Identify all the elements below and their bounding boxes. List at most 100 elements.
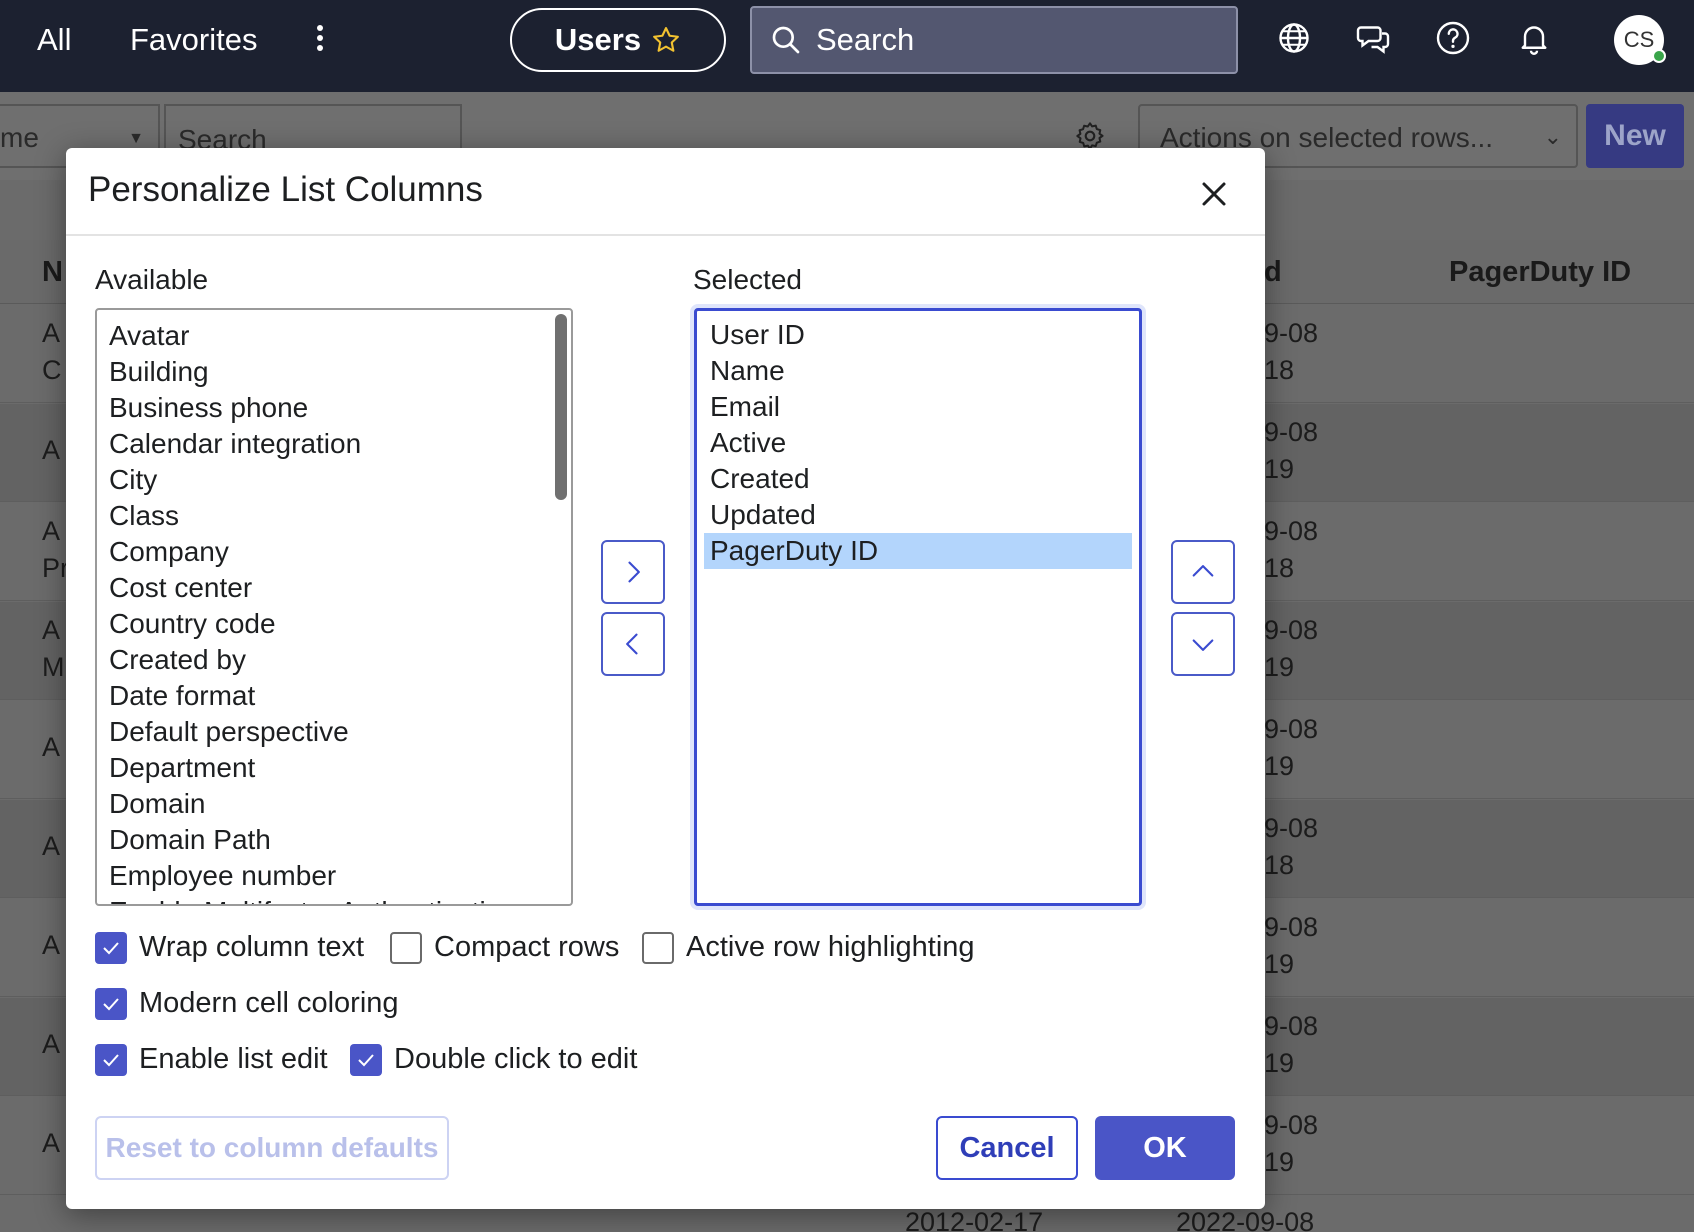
list-item[interactable]: Enable Multifactor Authentication	[97, 894, 571, 904]
top-navigation: All Favorites Users Search CS	[0, 0, 1694, 92]
move-up-button[interactable]	[1171, 540, 1235, 604]
add-column-button[interactable]	[601, 540, 665, 604]
column-header-pagerduty-id[interactable]: PagerDuty ID	[1449, 256, 1631, 289]
bell-icon[interactable]	[1516, 20, 1552, 56]
row-name-line1: A	[42, 318, 61, 348]
row-name-line1: A	[42, 615, 61, 645]
row-name-line1: A	[42, 1029, 61, 1059]
list-item[interactable]: Active	[704, 425, 1132, 461]
ok-button[interactable]: OK	[1095, 1116, 1235, 1180]
star-icon[interactable]	[651, 25, 681, 55]
row-name-line1: A	[42, 930, 61, 960]
avatar-initials: CS	[1623, 27, 1655, 52]
list-item[interactable]: Cost center	[97, 570, 571, 606]
dialog-header: Personalize List Columns	[66, 148, 1265, 236]
list-item[interactable]: Class	[97, 498, 571, 534]
list-item[interactable]: Calendar integration	[97, 426, 571, 462]
compact-rows-option[interactable]: Compact rows	[390, 931, 619, 964]
list-item[interactable]: City	[97, 462, 571, 498]
row-updated-line1: 9-08	[1264, 1110, 1319, 1140]
row-name-line1: A	[42, 732, 61, 762]
row-updated-line2: 18	[1264, 850, 1295, 880]
modern-cell-coloring-option[interactable]: Modern cell coloring	[95, 987, 399, 1020]
chevron-right-icon	[628, 561, 640, 583]
list-item[interactable]: Default perspective	[97, 714, 571, 750]
cancel-button[interactable]: Cancel	[936, 1116, 1078, 1180]
list-item[interactable]: Business phone	[97, 390, 571, 426]
active-row-highlighting-option[interactable]: Active row highlighting	[642, 931, 975, 964]
chevron-left-icon	[626, 633, 638, 655]
check-icon	[103, 997, 119, 1010]
row-updated-line1: 9-08	[1264, 318, 1319, 348]
double-click-to-edit-option[interactable]: Double click to edit	[350, 1043, 637, 1076]
active-row-highlighting-checkbox[interactable]	[642, 931, 674, 964]
remove-column-button[interactable]	[601, 612, 665, 676]
list-item[interactable]: Domain Path	[97, 822, 571, 858]
row-updated-line2: 18	[1264, 355, 1295, 385]
new-button[interactable]: New	[1586, 104, 1684, 168]
dialog-title: Personalize List Columns	[88, 170, 483, 209]
row-name-line1: A	[42, 435, 61, 465]
list-item[interactable]: Avatar	[97, 318, 571, 354]
compact-rows-label: Compact rows	[434, 931, 620, 963]
available-columns-list[interactable]: Avatar Building Business phone Calendar …	[95, 308, 573, 906]
enable-list-edit-checkbox[interactable]	[95, 1043, 127, 1076]
help-icon[interactable]	[1435, 20, 1471, 56]
user-avatar[interactable]: CS	[1614, 15, 1666, 65]
column-header-updated[interactable]: d	[1264, 256, 1282, 289]
list-item[interactable]: Created by	[97, 642, 571, 678]
column-header-name[interactable]: N	[42, 256, 63, 289]
scrollbar-thumb[interactable]	[555, 314, 567, 500]
list-item[interactable]: Country code	[97, 606, 571, 642]
global-search-input[interactable]: Search	[750, 6, 1238, 74]
list-item[interactable]: Employee number	[97, 858, 571, 894]
list-item[interactable]: Name	[704, 353, 1132, 389]
chevron-down-icon: ⌄	[1543, 124, 1562, 149]
wrap-column-text-checkbox[interactable]	[95, 931, 127, 964]
row-updated-line1: 9-08	[1264, 912, 1319, 942]
check-icon	[103, 941, 119, 954]
modern-cell-coloring-label: Modern cell coloring	[139, 987, 399, 1019]
list-item[interactable]: Created	[704, 461, 1132, 497]
chevron-up-icon	[1192, 565, 1214, 577]
more-menu-icon[interactable]	[312, 22, 328, 58]
compact-rows-checkbox[interactable]	[390, 931, 422, 964]
list-filter-value: me	[0, 122, 39, 153]
globe-icon[interactable]	[1276, 20, 1312, 56]
users-pill-label: Users	[554, 22, 642, 57]
chat-icon[interactable]	[1355, 20, 1391, 56]
row-updated-line1: 9-08	[1264, 516, 1319, 546]
row-name-line2: C	[42, 355, 62, 385]
enable-list-edit-label: Enable list edit	[139, 1043, 328, 1075]
check-icon	[103, 1053, 119, 1066]
double-click-to-edit-label: Double click to edit	[394, 1043, 638, 1075]
chevron-down-icon	[1192, 639, 1214, 651]
move-down-button[interactable]	[1171, 612, 1235, 676]
selected-label: Selected	[693, 264, 802, 295]
list-item[interactable]: Date format	[97, 678, 571, 714]
list-item[interactable]: Department	[97, 750, 571, 786]
list-item[interactable]: Company	[97, 534, 571, 570]
list-item-selected[interactable]: PagerDuty ID	[704, 533, 1132, 569]
check-icon	[358, 1053, 374, 1066]
list-item[interactable]: Updated	[704, 497, 1132, 533]
modern-cell-coloring-checkbox[interactable]	[95, 987, 127, 1020]
wrap-column-text-label: Wrap column text	[139, 931, 365, 963]
row-updated-line2: 19	[1264, 1048, 1295, 1078]
row-name-line1: A	[42, 1128, 61, 1158]
row-name-line2: M	[42, 652, 65, 682]
enable-list-edit-option[interactable]: Enable list edit	[95, 1043, 328, 1076]
double-click-to-edit-checkbox[interactable]	[350, 1043, 382, 1076]
selected-columns-list[interactable]: User ID Name Email Active Created Update…	[694, 308, 1142, 906]
users-context-pill[interactable]: Users	[510, 8, 726, 72]
nav-favorites[interactable]: Favorites	[130, 20, 257, 60]
list-item[interactable]: Email	[704, 389, 1132, 425]
nav-all[interactable]: All	[37, 20, 71, 60]
list-item[interactable]: Domain	[97, 786, 571, 822]
list-item[interactable]: Building	[97, 354, 571, 390]
reset-to-column-defaults-button[interactable]: Reset to column defaults	[95, 1116, 449, 1180]
list-item[interactable]: User ID	[704, 317, 1132, 353]
row-updated-line2: 19	[1264, 949, 1295, 979]
close-icon[interactable]	[1194, 174, 1234, 214]
wrap-column-text-option[interactable]: Wrap column text	[95, 931, 364, 964]
